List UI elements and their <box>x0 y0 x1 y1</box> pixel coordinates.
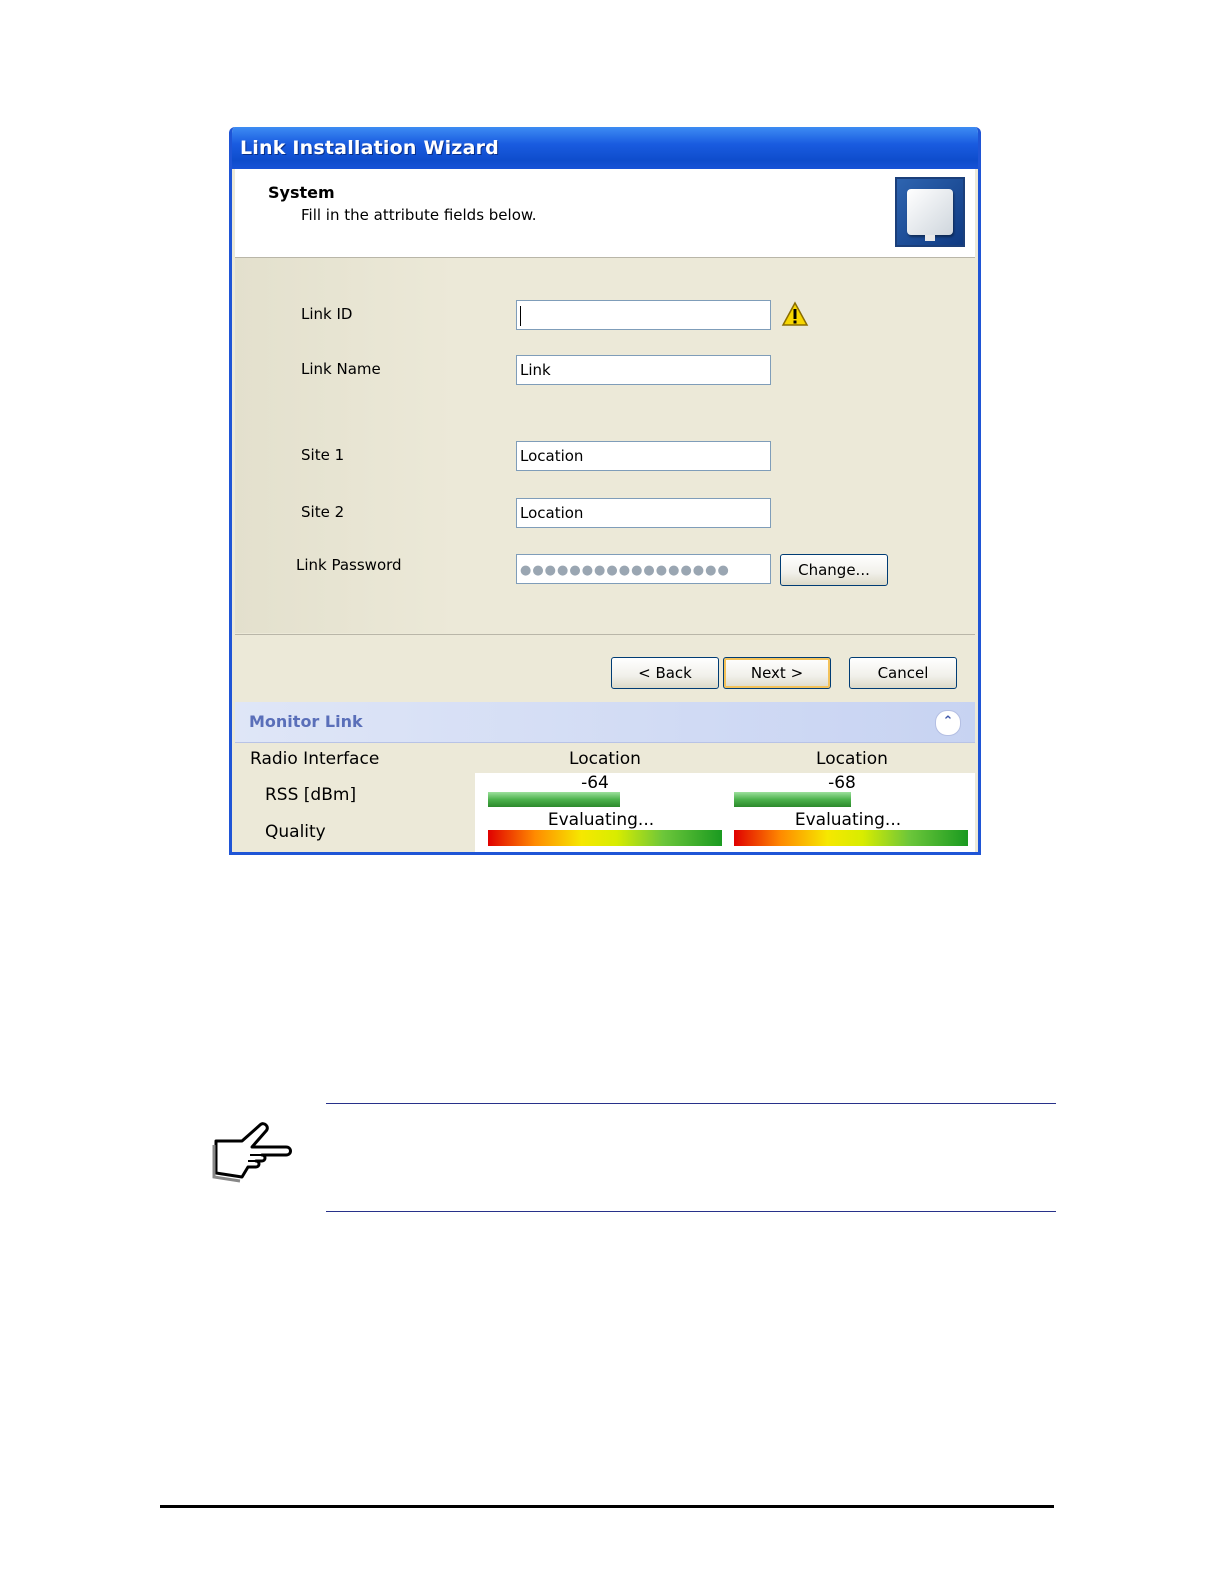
window-title: Link Installation Wizard <box>232 127 978 169</box>
link-id-input[interactable] <box>516 300 771 330</box>
link-name-input[interactable]: Link <box>516 355 771 385</box>
cancel-button[interactable]: Cancel <box>849 657 957 689</box>
monitor-link-title: Monitor Link <box>249 712 363 731</box>
site2-quality-value: Evaluating... <box>794 810 902 830</box>
rss-row-label: RSS [dBm] <box>265 785 357 805</box>
chevron-double-up-icon[interactable]: ⌃ <box>935 710 961 736</box>
site1-column-header: Location <box>569 749 641 769</box>
warning-icon <box>781 301 809 326</box>
monitor-table: Radio Interface Location Location RSS [d… <box>235 743 975 852</box>
site1-quality-value: Evaluating... <box>547 810 655 830</box>
site1-rss-bar <box>488 792 620 807</box>
link-password-label: Link Password <box>296 556 402 574</box>
monitor-link-bar[interactable]: Monitor Link ⌃ <box>235 702 975 743</box>
site1-quality-bar <box>488 830 722 846</box>
footer-rule <box>160 1505 1054 1508</box>
site1-rss-value: -64 <box>581 773 609 793</box>
site1-input[interactable]: Location <box>516 441 771 471</box>
back-button[interactable]: < Back <box>611 657 719 689</box>
link-id-label: Link ID <box>301 305 353 323</box>
form-area: Link ID Link Name Link Site 1 Location S… <box>235 258 975 633</box>
link-installation-wizard-dialog: Link Installation Wizard System Fill in … <box>229 127 981 855</box>
radio-interface-header: Radio Interface <box>250 749 380 769</box>
note-bottom-rule <box>326 1211 1056 1212</box>
pointing-hand-icon <box>212 1122 292 1183</box>
site2-label: Site 2 <box>301 503 345 521</box>
quality-row-label: Quality <box>265 822 326 842</box>
link-password-input[interactable]: ●●●●●●●●●●●●●●●●● <box>516 554 771 584</box>
monitor-values-panel: -64 -68 Evaluating... Evaluating... <box>475 773 975 852</box>
step-subtitle: Fill in the attribute fields below. <box>301 206 537 224</box>
next-button[interactable]: Next > <box>723 657 831 689</box>
step-title: System <box>268 183 335 202</box>
note-top-rule <box>326 1103 1056 1104</box>
radio-unit-icon <box>895 177 965 247</box>
link-name-label: Link Name <box>301 360 381 378</box>
site1-label: Site 1 <box>301 446 345 464</box>
wizard-header: System Fill in the attribute fields belo… <box>235 169 975 258</box>
site2-quality-bar <box>734 830 968 846</box>
site2-column-header: Location <box>816 749 888 769</box>
button-divider <box>235 634 975 635</box>
site2-input[interactable]: Location <box>516 498 771 528</box>
site2-rss-bar <box>734 792 851 807</box>
site2-rss-value: -68 <box>828 773 856 793</box>
change-password-button[interactable]: Change... <box>780 554 888 586</box>
